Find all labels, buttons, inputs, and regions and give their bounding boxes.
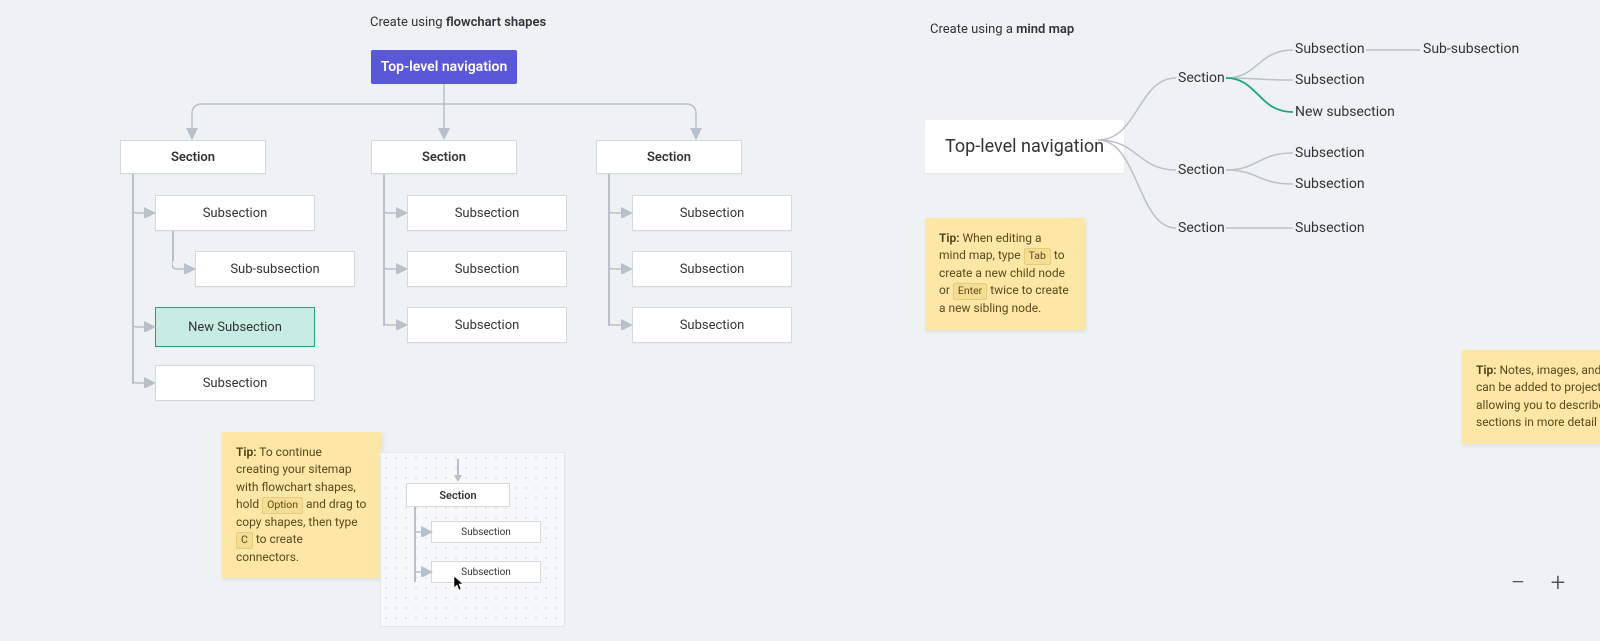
flowchart-subsection-node[interactable]: Subsection	[632, 195, 792, 231]
tip-prefix: Tip:	[236, 445, 257, 459]
flowchart-root-node[interactable]: Top-level navigation	[371, 50, 517, 84]
mindmap-subsection-node[interactable]: Subsection	[1295, 41, 1365, 57]
mini-trunk	[414, 507, 416, 582]
kbd-enter: Enter	[953, 283, 987, 300]
flowchart-subsection-node[interactable]: Subsection	[407, 195, 567, 231]
mini-subsection-node: Subsection	[431, 561, 541, 583]
mindmap-root-node[interactable]: Top-level navigation	[925, 120, 1124, 173]
flowchart-col1-trunk	[132, 174, 134, 384]
mindmap-heading: Create using a mind map	[930, 22, 1074, 37]
tip-prefix: Tip:	[1476, 363, 1497, 377]
mindmap-subsection-node[interactable]: Subsection	[1295, 220, 1365, 236]
flowchart-subsubsection-node[interactable]: Sub-subsection	[195, 251, 355, 287]
connector	[132, 312, 157, 332]
mindmap-tip-card: Tip: When editing a mind map, type Tab t…	[925, 218, 1085, 330]
zoom-in-button[interactable]: +	[1546, 571, 1570, 595]
mindmap-subsection-node[interactable]: Subsection	[1295, 145, 1365, 161]
connector	[172, 246, 197, 274]
connector	[383, 200, 409, 218]
mini-subsection-node: Subsection	[431, 521, 541, 543]
mindmap-section-node[interactable]: Section	[1178, 70, 1225, 86]
flowchart-root-connector	[110, 84, 730, 144]
flowchart-subsection-node[interactable]: Subsection	[407, 307, 567, 343]
side-tip-card: Tip: Notes, images, and can be added to …	[1462, 350, 1600, 444]
flowchart-subsection-node[interactable]: Subsection	[155, 195, 315, 231]
cursor-icon	[453, 575, 465, 591]
mindmap-heading-prefix: Create using a	[930, 22, 1016, 37]
tip-prefix: Tip:	[939, 231, 960, 245]
flowchart-section-node[interactable]: Section	[596, 140, 742, 174]
mini-diagram-panel: Section Subsection Subsection	[380, 452, 565, 627]
flowchart-subsection-node[interactable]: Subsection	[632, 307, 792, 343]
mini-section-node: Section	[406, 483, 510, 507]
flowchart-subsection-node[interactable]: Subsection	[407, 251, 567, 287]
mindmap-connectors	[1098, 40, 1528, 240]
mindmap-new-subsection-node[interactable]: New subsection	[1295, 104, 1395, 120]
flowchart-col3-trunk	[608, 174, 610, 326]
mindmap-subsection-node[interactable]: Subsection	[1295, 176, 1365, 192]
connector	[608, 200, 634, 218]
kbd-option: Option	[262, 497, 303, 514]
mindmap-subsection-node[interactable]: Subsection	[1295, 72, 1365, 88]
zoom-out-button[interactable]: −	[1506, 571, 1530, 595]
flowchart-subsection-node[interactable]: Subsection	[155, 365, 315, 401]
arrow-down-icon	[454, 475, 462, 482]
flowchart-tip-card: Tip: To continue creating your sitemap w…	[222, 432, 382, 578]
flowchart-col1-subtrunk	[172, 231, 174, 261]
mindmap-heading-bold: mind map	[1016, 22, 1074, 37]
connector	[608, 312, 634, 330]
connector	[608, 256, 634, 274]
connector	[383, 312, 409, 330]
connector	[132, 368, 157, 388]
flowchart-subsection-node[interactable]: Subsection	[632, 251, 792, 287]
flowchart-heading-prefix: Create using	[370, 15, 446, 30]
connector	[132, 200, 157, 218]
flowchart-new-subsection-node[interactable]: New Subsection	[155, 307, 315, 347]
flowchart-heading-bold: flowchart shapes	[446, 15, 546, 30]
flowchart-col2-trunk	[383, 174, 385, 326]
kbd-tab: Tab	[1024, 248, 1051, 265]
flowchart-heading: Create using flowchart shapes	[370, 15, 546, 30]
flowchart-section-node[interactable]: Section	[120, 140, 266, 174]
connector	[383, 256, 409, 274]
mindmap-section-node[interactable]: Section	[1178, 220, 1225, 236]
mindmap-section-node[interactable]: Section	[1178, 162, 1225, 178]
kbd-c: C	[236, 532, 253, 549]
mindmap-subsubsection-node[interactable]: Sub-subsection	[1423, 41, 1519, 57]
flowchart-section-node[interactable]: Section	[371, 140, 517, 174]
